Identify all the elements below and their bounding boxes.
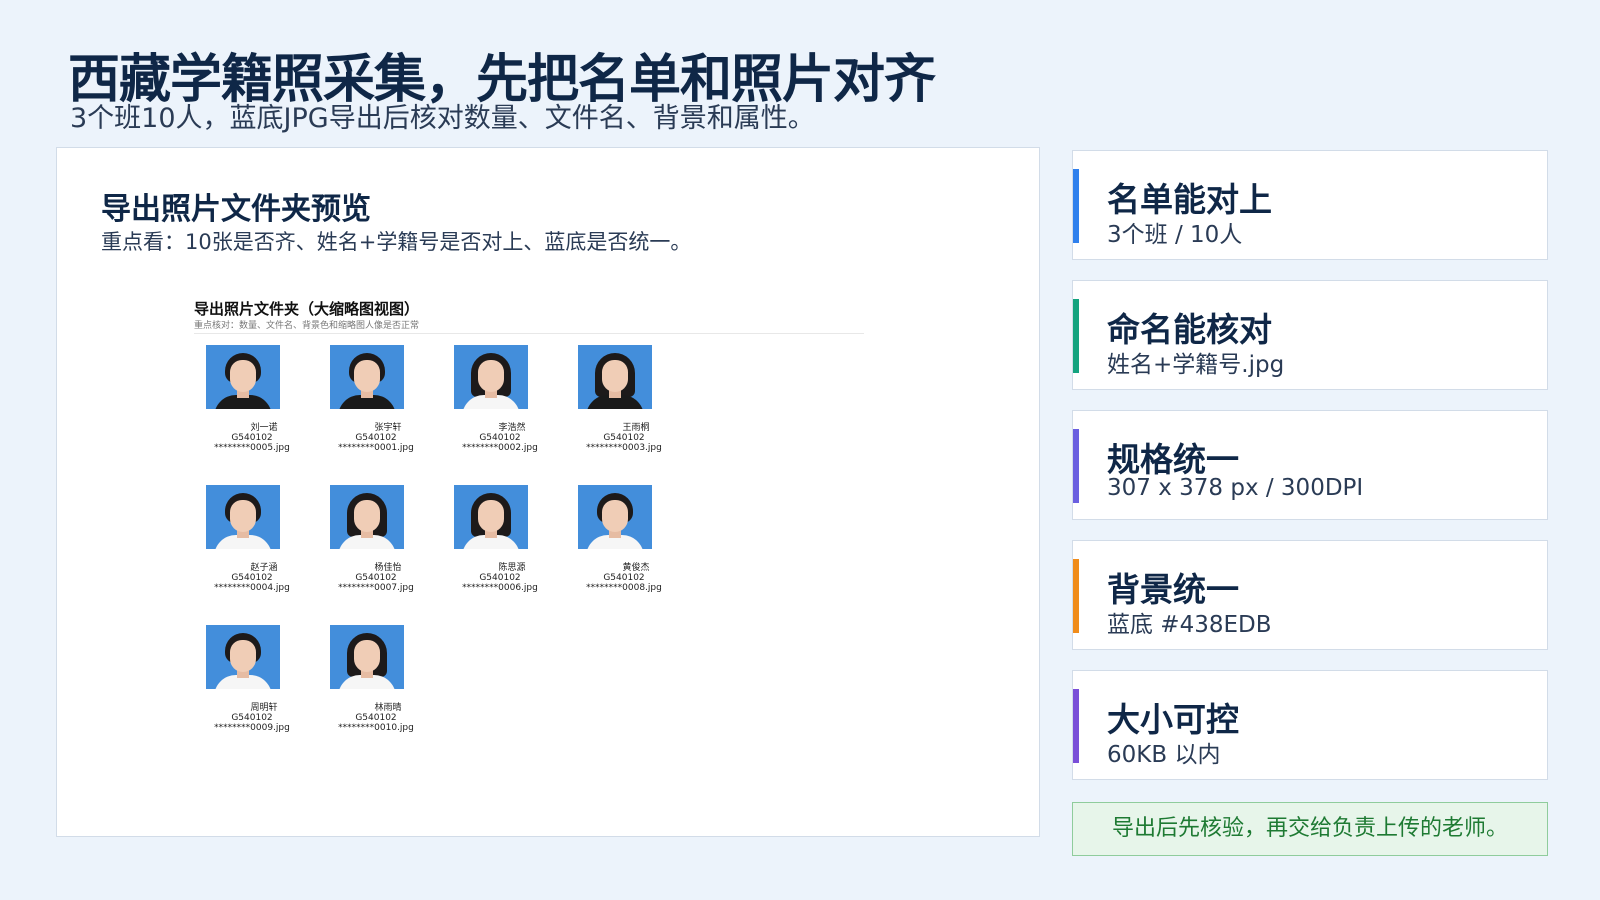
photo-thumbnail[interactable]: 黄俊杰 G540102 ********0008.jpg xyxy=(564,485,684,593)
card-value: 3个班 / 10人 xyxy=(1107,222,1243,248)
student-code: G540102 xyxy=(355,573,397,583)
student-code: G540102 xyxy=(231,713,273,723)
student-photo xyxy=(206,485,280,549)
student-name: 黄俊杰 xyxy=(622,563,650,573)
student-name: 陈思源 xyxy=(498,563,526,573)
photo-thumbnail[interactable]: 周明轩 G540102 ********0009.jpg xyxy=(192,625,312,733)
student-code: G540102 xyxy=(479,433,521,443)
photo-filename: ********0010.jpg xyxy=(338,723,414,733)
student-code: G540102 xyxy=(479,573,521,583)
card-value: 蓝底 #438EDB xyxy=(1107,612,1272,638)
student-photo xyxy=(578,345,652,409)
preview-description: 重点看：10张是否齐、姓名+学籍号是否对上、蓝底是否统一。 xyxy=(101,230,692,254)
card-title: 背景统一 xyxy=(1107,570,1239,609)
card-title: 命名能核对 xyxy=(1107,310,1272,349)
page-subtitle: 3个班10人，蓝底JPG导出后核对数量、文件名、背景和属性。 xyxy=(70,103,815,134)
photo-thumbnail[interactable]: 赵子涵 G540102 ********0004.jpg xyxy=(192,485,312,593)
student-name: 刘一诺 xyxy=(250,423,278,433)
card-accent-bar xyxy=(1073,429,1079,503)
photo-thumbnail[interactable]: 刘一诺 G540102 ********0005.jpg xyxy=(192,345,312,453)
card-value: 307 x 378 px / 300DPI xyxy=(1107,475,1364,501)
student-photo xyxy=(206,345,280,409)
student-photo xyxy=(330,345,404,409)
student-code: G540102 xyxy=(231,433,273,443)
preview-title: 导出照片文件夹预览 xyxy=(101,192,371,227)
footer-note: 导出后先核验，再交给负责上传的老师。 xyxy=(1072,802,1548,856)
photo-filename: ********0008.jpg xyxy=(586,583,662,593)
card-value: 60KB 以内 xyxy=(1107,742,1221,768)
card-title: 规格统一 xyxy=(1107,440,1239,479)
card-title: 大小可控 xyxy=(1107,700,1239,739)
card-value: 姓名+学籍号.jpg xyxy=(1107,352,1285,378)
student-name: 杨佳怡 xyxy=(374,563,402,573)
student-photo xyxy=(454,485,528,549)
check-card-size: 大小可控 60KB 以内 xyxy=(1072,670,1548,780)
photo-thumbnail[interactable]: 张宇轩 G540102 ********0001.jpg xyxy=(316,345,436,453)
photo-thumbnail[interactable]: 陈思源 G540102 ********0006.jpg xyxy=(440,485,560,593)
student-code: G540102 xyxy=(603,573,645,583)
photo-filename: ********0002.jpg xyxy=(462,443,538,453)
photo-filename: ********0006.jpg xyxy=(462,583,538,593)
folder-divider xyxy=(194,333,864,334)
student-photo xyxy=(330,485,404,549)
student-name: 王雨桐 xyxy=(622,423,650,433)
student-code: G540102 xyxy=(355,433,397,443)
student-name: 张宇轩 xyxy=(374,423,402,433)
photo-thumbnail[interactable]: 王雨桐 G540102 ********0003.jpg xyxy=(564,345,684,453)
photo-filename: ********0003.jpg xyxy=(586,443,662,453)
photo-thumbnail[interactable]: 杨佳怡 G540102 ********0007.jpg xyxy=(316,485,436,593)
student-code: G540102 xyxy=(355,713,397,723)
photo-thumbnail[interactable]: 林雨晴 G540102 ********0010.jpg xyxy=(316,625,436,733)
check-card-roster: 名单能对上 3个班 / 10人 xyxy=(1072,150,1548,260)
card-accent-bar xyxy=(1073,169,1079,243)
card-accent-bar xyxy=(1073,559,1079,633)
photo-filename: ********0001.jpg xyxy=(338,443,414,453)
student-photo xyxy=(578,485,652,549)
photo-thumbnail[interactable]: 李浩然 G540102 ********0002.jpg xyxy=(440,345,560,453)
check-card-spec: 规格统一 307 x 378 px / 300DPI xyxy=(1072,410,1548,520)
card-accent-bar xyxy=(1073,299,1079,373)
folder-window-hint: 重点核对：数量、文件名、背景色和缩略图人像是否正常 xyxy=(194,321,420,331)
student-name: 李浩然 xyxy=(498,423,526,433)
card-accent-bar xyxy=(1073,689,1079,763)
photo-filename: ********0004.jpg xyxy=(214,583,290,593)
folder-preview-panel: 导出照片文件夹预览 重点看：10张是否齐、姓名+学籍号是否对上、蓝底是否统一。 … xyxy=(56,147,1040,837)
student-name: 赵子涵 xyxy=(250,563,278,573)
photo-filename: ********0009.jpg xyxy=(214,723,290,733)
photo-filename: ********0007.jpg xyxy=(338,583,414,593)
student-name: 林雨晴 xyxy=(374,703,402,713)
check-card-naming: 命名能核对 姓名+学籍号.jpg xyxy=(1072,280,1548,390)
student-code: G540102 xyxy=(231,573,273,583)
photo-filename: ********0005.jpg xyxy=(214,443,290,453)
student-photo xyxy=(454,345,528,409)
card-title: 名单能对上 xyxy=(1107,180,1272,219)
folder-window-title: 导出照片文件夹（大缩略图视图） xyxy=(194,300,420,318)
check-card-background: 背景统一 蓝底 #438EDB xyxy=(1072,540,1548,650)
student-photo xyxy=(206,625,280,689)
student-code: G540102 xyxy=(603,433,645,443)
student-photo xyxy=(330,625,404,689)
student-name: 周明轩 xyxy=(250,703,278,713)
